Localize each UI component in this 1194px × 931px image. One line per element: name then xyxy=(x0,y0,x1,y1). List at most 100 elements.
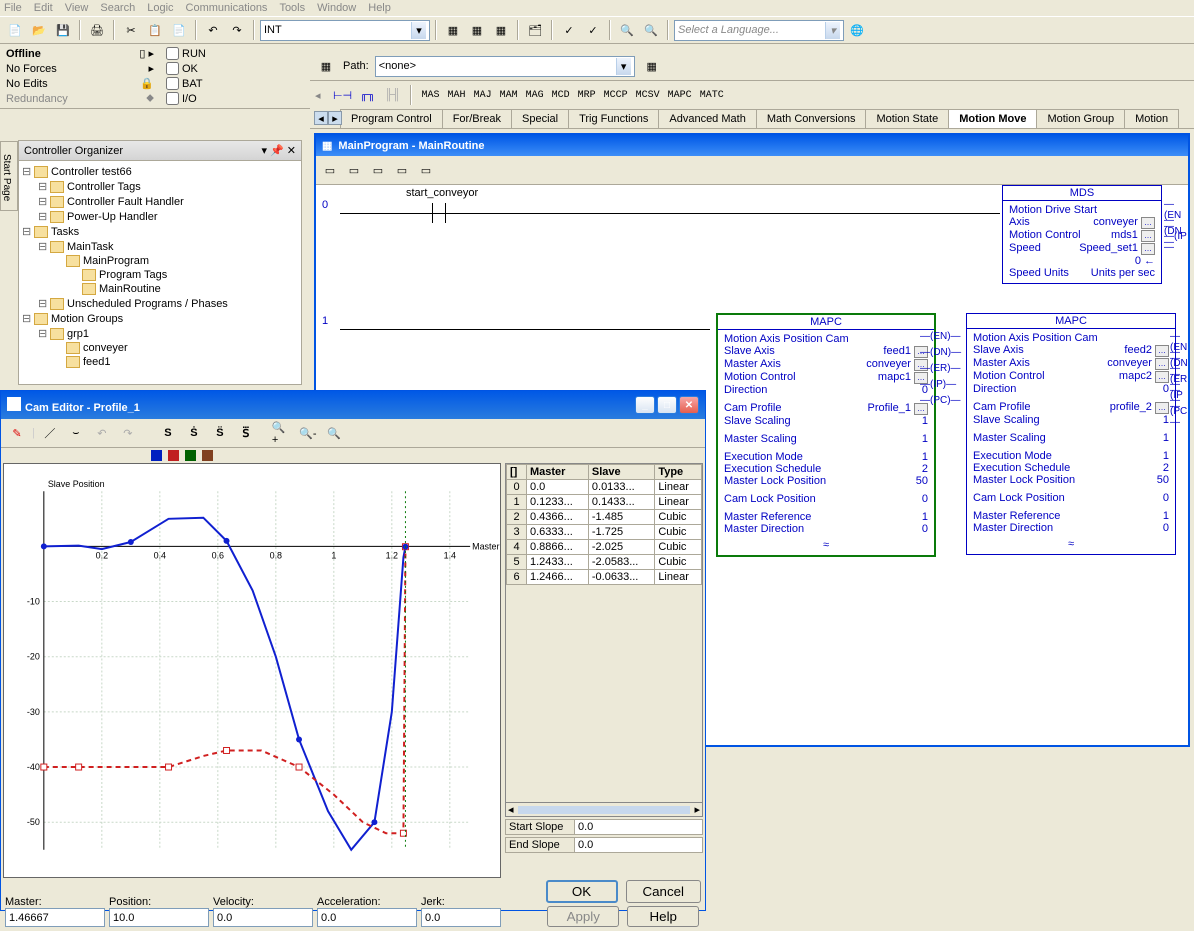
tab-math-conversions[interactable]: Math Conversions xyxy=(756,109,867,128)
tool-icon[interactable]: ▦ xyxy=(490,19,512,41)
tree-icon[interactable]: 🗂 xyxy=(524,19,546,41)
cancel-button[interactable]: Cancel xyxy=(626,880,702,903)
zoom-out-icon[interactable]: 🔍- xyxy=(297,422,319,444)
path-icon[interactable]: ▦ xyxy=(315,55,337,77)
s-tdot-icon[interactable]: S⃛ xyxy=(235,422,257,444)
instruction-mds[interactable]: MDS Motion Drive Start Axisconveyer …Mot… xyxy=(1002,185,1162,284)
mnemonic-MAS[interactable]: MAS xyxy=(422,90,440,101)
tree-item[interactable]: ⊟Unscheduled Programs / Phases xyxy=(22,296,298,311)
open-icon[interactable]: 📂 xyxy=(28,19,50,41)
menu-view[interactable]: View xyxy=(65,2,89,14)
tree-item[interactable]: ⊟Motion Groups xyxy=(22,311,298,326)
tab-special[interactable]: Special xyxy=(511,109,569,128)
tree-item[interactable]: ⊟Controller Fault Handler xyxy=(22,194,298,209)
panel-controls[interactable]: ▾ 📌 ✕ xyxy=(261,144,296,157)
tab-motion-state[interactable]: Motion State xyxy=(865,109,949,128)
check-bat[interactable] xyxy=(166,77,179,90)
help-button[interactable]: Help xyxy=(627,906,699,927)
tab-program-control[interactable]: Program Control xyxy=(340,109,443,128)
tool-icon[interactable]: ▦ xyxy=(466,19,488,41)
cam-data-table[interactable]: []MasterSlaveType 00.00.0133...Linear10.… xyxy=(506,464,702,585)
path-combo[interactable]: <none>▾ xyxy=(375,56,635,77)
verify-icon[interactable]: ✓ xyxy=(582,19,604,41)
tab-motion-group[interactable]: Motion Group xyxy=(1036,109,1125,128)
s-icon[interactable]: S xyxy=(157,422,179,444)
instruction-mapc1[interactable]: MAPC Motion Axis Position Cam Slave Axis… xyxy=(716,313,936,557)
maximize-button[interactable]: □ xyxy=(657,396,677,414)
zoom-in-icon[interactable]: 🔍 xyxy=(616,19,638,41)
undo-icon[interactable]: ↶ xyxy=(202,19,224,41)
edit-icon[interactable]: ▭ xyxy=(367,159,389,181)
check-run[interactable] xyxy=(166,47,179,60)
branch-icon[interactable]: ╓╖ xyxy=(357,84,379,106)
mnemonic-MCSV[interactable]: MCSV xyxy=(636,90,660,101)
print-icon[interactable]: 🖨 xyxy=(86,19,108,41)
xio-contact[interactable] xyxy=(424,203,454,223)
zoom-out-icon[interactable]: 🔍 xyxy=(640,19,662,41)
menu-search[interactable]: Search xyxy=(100,2,135,14)
mnemonic-MATC[interactable]: MATC xyxy=(700,90,724,101)
mnemonic-MCCP[interactable]: MCCP xyxy=(604,90,628,101)
instruction-mapc2[interactable]: MAPC Motion Axis Position Cam Slave Axis… xyxy=(966,313,1176,555)
redo-icon[interactable]: ↷ xyxy=(117,422,139,444)
minimize-button[interactable]: _ xyxy=(635,396,655,414)
tree-item[interactable]: feed1 xyxy=(22,355,298,369)
tree-item[interactable]: Program Tags xyxy=(22,268,298,282)
tree-item[interactable]: MainProgram xyxy=(22,254,298,268)
zoom-in-icon[interactable]: 🔍+ xyxy=(271,422,293,444)
tree-item[interactable]: ⊟Controller test66 xyxy=(22,164,298,179)
edit-icon[interactable]: ▭ xyxy=(415,159,437,181)
tab-next-icon[interactable]: ▸ xyxy=(328,111,342,125)
curve-icon[interactable]: ⌣ xyxy=(65,422,87,444)
type-combo[interactable]: INT▾ xyxy=(260,20,430,41)
globe-icon[interactable]: 🌐 xyxy=(846,19,868,41)
check-i/o[interactable] xyxy=(166,92,179,105)
table-row[interactable]: 40.8866...-2.025Cubic xyxy=(507,540,702,555)
table-row[interactable]: 30.6333...-1.725Cubic xyxy=(507,525,702,540)
tree-item[interactable]: MainRoutine xyxy=(22,282,298,296)
menu-window[interactable]: Window xyxy=(317,2,356,14)
table-row[interactable]: 61.2466...-0.0633...Linear xyxy=(507,570,702,585)
table-row[interactable]: 10.1233...0.1433...Linear xyxy=(507,495,702,510)
start-page-tab[interactable]: Start Page xyxy=(0,141,18,211)
table-row[interactable]: 20.4366...-1.485Cubic xyxy=(507,510,702,525)
tree-item[interactable]: conveyer xyxy=(22,341,298,355)
end-slope[interactable]: 0.0 xyxy=(575,837,703,853)
s-dot-icon[interactable]: Ṡ xyxy=(183,422,205,444)
zoom-fit-icon[interactable]: 🔍 xyxy=(323,422,345,444)
tree-item[interactable]: ⊟MainTask xyxy=(22,239,298,254)
edit-icon[interactable]: ▭ xyxy=(319,159,341,181)
new-icon[interactable]: 📄 xyxy=(4,19,26,41)
menu-file[interactable]: File xyxy=(4,2,22,14)
branch-icon[interactable]: ╟╢ xyxy=(382,84,404,106)
tree-item[interactable]: ⊟Controller Tags xyxy=(22,179,298,194)
menu-tools[interactable]: Tools xyxy=(279,2,305,14)
tab-for/break[interactable]: For/Break xyxy=(442,109,512,128)
tree-item[interactable]: ⊟grp1 xyxy=(22,326,298,341)
tab-motion-move[interactable]: Motion Move xyxy=(948,109,1037,128)
cam-chart[interactable]: 0.20.40.60.811.21.4-10-20-30-40-50Slave … xyxy=(3,463,501,878)
mnemonic-MAM[interactable]: MAM xyxy=(500,90,518,101)
rung-icon[interactable]: ⊢⊣ xyxy=(332,84,354,106)
undo-icon[interactable]: ↶ xyxy=(91,422,113,444)
menu-communications[interactable]: Communications xyxy=(186,2,268,14)
menu-edit[interactable]: Edit xyxy=(34,2,53,14)
mnemonic-MRP[interactable]: MRP xyxy=(578,90,596,101)
cut-icon[interactable]: ✂ xyxy=(120,19,142,41)
ok-button[interactable]: OK xyxy=(546,880,618,903)
tree-item[interactable]: ⊟Tasks xyxy=(22,224,298,239)
check-ok[interactable] xyxy=(166,62,179,75)
paste-icon[interactable]: 📄 xyxy=(168,19,190,41)
menu-help[interactable]: Help xyxy=(368,2,391,14)
browse-icon[interactable]: ▦ xyxy=(641,55,663,77)
edit-icon[interactable]: ▭ xyxy=(343,159,365,181)
edit-icon[interactable]: ▭ xyxy=(391,159,413,181)
mnemonic-MCD[interactable]: MCD xyxy=(552,90,570,101)
mnemonic-MAG[interactable]: MAG xyxy=(526,90,544,101)
tab-advanced-math[interactable]: Advanced Math xyxy=(658,109,756,128)
start-slope[interactable]: 0.0 xyxy=(575,819,703,835)
pencil-icon[interactable]: ✎ xyxy=(6,422,28,444)
menu-logic[interactable]: Logic xyxy=(147,2,173,14)
close-button[interactable]: ✕ xyxy=(679,396,699,414)
tab-motion[interactable]: Motion xyxy=(1124,109,1179,128)
